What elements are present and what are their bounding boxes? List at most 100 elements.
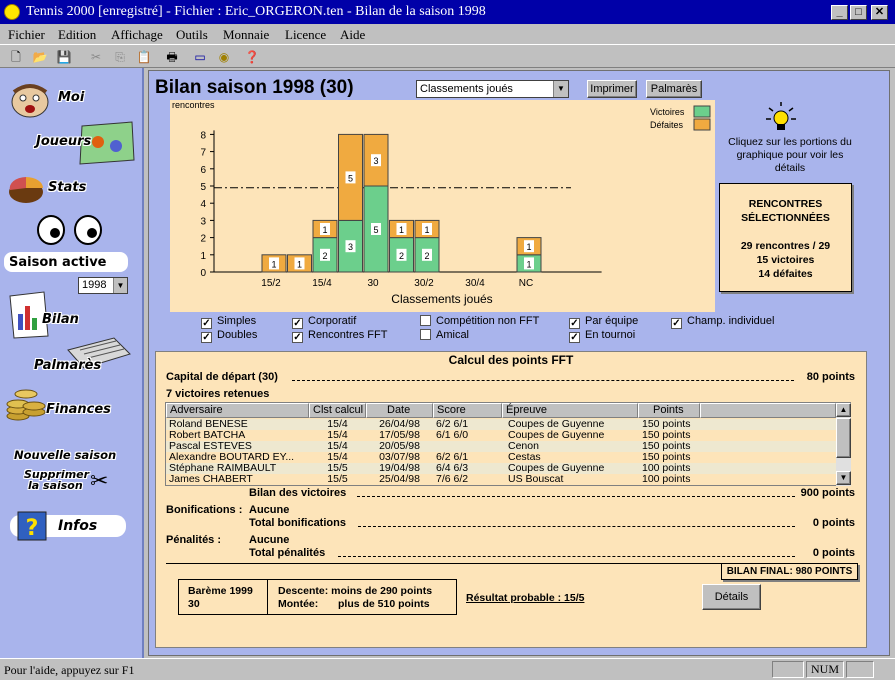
save-icon[interactable]: 💾 <box>54 48 74 66</box>
y-tick-label: 7 <box>200 148 206 159</box>
checkbox-label: Par équipe <box>585 315 639 327</box>
details-button[interactable]: Détails <box>702 584 761 610</box>
col-header-epreuve[interactable]: Épreuve <box>502 403 638 418</box>
scroll-thumb[interactable] <box>836 418 851 458</box>
table-row[interactable]: James CHABERT 15/5 25/04/98 7/6 6/2 US Bousc… <box>166 473 836 485</box>
menu-fichier[interactable]: Fichier <box>8 27 45 43</box>
sidebar-item-nouvelle-saison[interactable]: Nouvelle saison <box>14 448 116 462</box>
app-icon[interactable] <box>4 4 20 20</box>
checkbox-label: Champ. individuel <box>687 315 775 327</box>
victories-table[interactable]: Adversaire Clst calcul Date Score Épreuv… <box>165 402 851 486</box>
menu-affichage[interactable]: Affichage <box>111 27 163 43</box>
col-header-clst[interactable]: Clst calcul <box>309 403 366 418</box>
selected-matches-box: RENCONTRES SÉLECTIONNÉES 29 rencontres /… <box>719 183 852 292</box>
filter-checkbox[interactable]: ✓ Champ. individuel <box>671 315 774 329</box>
checkbox-label: Doubles <box>217 329 258 341</box>
help-icon[interactable]: ❓ <box>242 48 262 66</box>
sidebar-label-moi[interactable]: Moi <box>58 90 84 105</box>
chevron-down-icon[interactable]: ▼ <box>553 81 568 97</box>
scissors-icon[interactable]: ✂ <box>90 468 108 494</box>
checkbox-box[interactable]: ✓ <box>292 318 303 329</box>
chevron-down-icon[interactable]: ▼ <box>113 278 127 293</box>
menu-licence[interactable]: Licence <box>285 27 326 43</box>
filter-checkbox[interactable]: ✓ Rencontres FFT <box>292 329 387 343</box>
filter-checkbox[interactable]: Compétition non FFT <box>420 315 539 327</box>
sidebar-item-infos[interactable]: Infos <box>58 518 97 534</box>
selected-title-1: RENCONTRES <box>748 198 823 210</box>
filter-checkbox[interactable]: ✓ Doubles <box>201 329 257 343</box>
bar-value-label: 2 <box>399 251 404 261</box>
x-tick-label: 15/2 <box>261 278 281 289</box>
chart-type-select[interactable]: Classements joués ▼ <box>416 80 569 98</box>
filter-checkbox[interactable]: Amical <box>420 329 469 341</box>
sidebar: Moi Joueurs Stats Saison active 1998 ▼ B… <box>0 68 144 658</box>
checkbox-box[interactable]: ✓ <box>671 318 682 329</box>
sidebar-item-moi[interactable] <box>6 80 56 123</box>
bareme-ranking: 30 <box>188 598 200 610</box>
sidebar-item-palmares[interactable]: Palmarès <box>34 358 101 373</box>
new-file-icon[interactable]: 🗋 <box>6 48 26 66</box>
num-lock-indicator: NUM <box>806 661 844 678</box>
sidebar-item-bilan[interactable]: Bilan <box>42 312 79 327</box>
stats-pie-icon[interactable] <box>6 172 46 209</box>
bar-value-label: 1 <box>399 225 404 235</box>
checkbox-box[interactable]: ✓ <box>292 332 303 343</box>
dotted-leader <box>292 375 794 381</box>
season-select[interactable]: 1998 ▼ <box>78 277 128 294</box>
maximize-button[interactable]: □ <box>850 5 867 20</box>
filter-checkbox[interactable]: ✓ Simples <box>201 315 256 329</box>
selected-defeats: 14 défaites <box>758 268 813 280</box>
scroll-up-icon[interactable]: ▲ <box>836 403 851 417</box>
palmares-button[interactable]: Palmarès <box>646 80 702 98</box>
sidebar-item-finances[interactable]: Finances <box>46 402 111 417</box>
col-header-score[interactable]: Score <box>433 403 502 418</box>
x-tick-label: 30 <box>367 278 379 289</box>
filter-checkbox[interactable]: ✓ En tournoi <box>569 329 635 343</box>
checkbox-box[interactable]: ✓ <box>201 332 212 343</box>
filter-checkbox[interactable]: ✓ Par équipe <box>569 315 638 329</box>
card-icon[interactable]: ▭ <box>190 48 210 66</box>
x-axis-label: Classements joués <box>391 292 492 306</box>
sidebar-item-supprimer-line2[interactable]: la saison <box>28 479 83 492</box>
table-cell: 7/6 6/2 <box>436 473 469 485</box>
window-title: Tennis 2000 [enregistré] - Fichier : Eri… <box>26 4 486 19</box>
open-folder-icon[interactable]: 📂 <box>30 48 50 66</box>
copy-icon[interactable]: ⎘ <box>110 48 130 66</box>
infos-icon[interactable]: ? <box>14 508 50 547</box>
col-header-adversaire[interactable]: Adversaire <box>166 403 309 418</box>
filter-checkbox[interactable]: ✓ Corporatif <box>292 315 356 329</box>
print-button[interactable]: Imprimer <box>587 80 637 98</box>
checkbox-box[interactable] <box>420 329 431 340</box>
coins-icon[interactable] <box>4 380 48 427</box>
legend-defaites-label: Défaites <box>650 120 684 130</box>
bar-value-label: 1 <box>526 242 531 252</box>
menu-aide[interactable]: Aide <box>340 27 365 43</box>
col-header-date[interactable]: Date <box>366 403 433 418</box>
menu-edition[interactable]: Edition <box>58 27 96 43</box>
table-scrollbar[interactable]: ▲ ▼ <box>836 403 851 486</box>
sidebar-item-stats[interactable]: Stats <box>48 180 86 195</box>
checkbox-box[interactable]: ✓ <box>569 332 580 343</box>
checkbox-label: Simples <box>217 315 257 327</box>
checkbox-box[interactable] <box>420 315 431 326</box>
y-tick-label: 0 <box>200 268 206 279</box>
bar-value-label: 5 <box>348 173 353 183</box>
scroll-down-icon[interactable]: ▼ <box>836 471 851 485</box>
capital-label: Capital de départ (30) <box>166 371 278 383</box>
col-header-points[interactable]: Points <box>638 403 700 418</box>
coin-icon[interactable]: ◉ <box>214 48 234 66</box>
checkbox-label: Amical <box>436 329 470 341</box>
bar-chart[interactable]: 0 1 2 3 4 5 6 7 8 rencontres 15/2 15/4 30 30/2 30/4 NC C… <box>170 100 715 312</box>
sidebar-item-joueurs[interactable]: Joueurs <box>36 134 91 149</box>
print-icon[interactable]: 🖶 <box>162 48 182 66</box>
minimize-button[interactable]: _ <box>831 5 848 20</box>
menu-monnaie[interactable]: Monnaie <box>223 27 269 43</box>
close-button[interactable]: ✕ <box>871 5 888 20</box>
menu-outils[interactable]: Outils <box>176 27 208 43</box>
checkbox-box[interactable]: ✓ <box>569 318 580 329</box>
checkbox-box[interactable]: ✓ <box>201 318 212 329</box>
paste-icon[interactable]: 📋 <box>134 48 154 66</box>
cut-icon[interactable]: ✂ <box>86 48 106 66</box>
page-title: Bilan saison 1998 (30) <box>155 77 354 98</box>
status-cell <box>846 661 874 678</box>
